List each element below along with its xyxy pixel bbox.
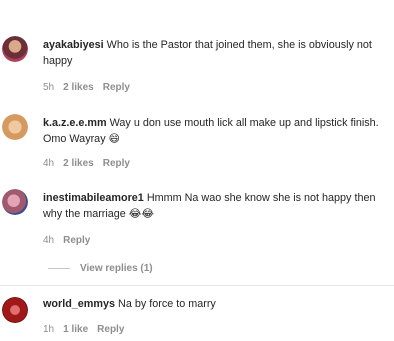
avatar[interactable]	[2, 114, 28, 140]
timestamp[interactable]: 4h	[43, 158, 54, 169]
reply-button[interactable]: Reply	[63, 235, 90, 246]
like-count[interactable]: 2 likes	[63, 82, 94, 93]
avatar[interactable]	[2, 297, 28, 323]
comment-meta: 4h Reply	[43, 235, 99, 246]
comment-meta: 5h 2 likes Reply	[43, 82, 139, 93]
view-replies-button[interactable]: View replies (1)	[48, 263, 153, 274]
reply-button[interactable]: Reply	[103, 82, 130, 93]
view-replies-label: View replies (1)	[80, 263, 153, 274]
username[interactable]: ayakabiyesi	[43, 39, 104, 51]
timestamp[interactable]: 4h	[43, 235, 54, 246]
timestamp[interactable]: 5h	[43, 82, 54, 93]
comment-meta: 4h 2 likes Reply	[43, 158, 139, 169]
username[interactable]: world_emmys	[43, 298, 115, 310]
comment-text: Na by force to marry	[118, 298, 216, 310]
divider	[0, 285, 394, 286]
username[interactable]: k.a.z.e.e.mm	[43, 117, 107, 129]
timestamp[interactable]: 1h	[43, 324, 54, 335]
avatar[interactable]	[2, 36, 28, 62]
username[interactable]: inestimabileamore1	[43, 192, 144, 204]
avatar[interactable]	[2, 189, 28, 215]
comment-meta: 1h 1 like Reply	[43, 324, 133, 335]
like-count[interactable]: 1 like	[63, 324, 88, 335]
like-count[interactable]: 2 likes	[63, 158, 94, 169]
reply-thread-line	[48, 268, 70, 269]
reply-button[interactable]: Reply	[103, 158, 130, 169]
reply-button[interactable]: Reply	[97, 324, 124, 335]
